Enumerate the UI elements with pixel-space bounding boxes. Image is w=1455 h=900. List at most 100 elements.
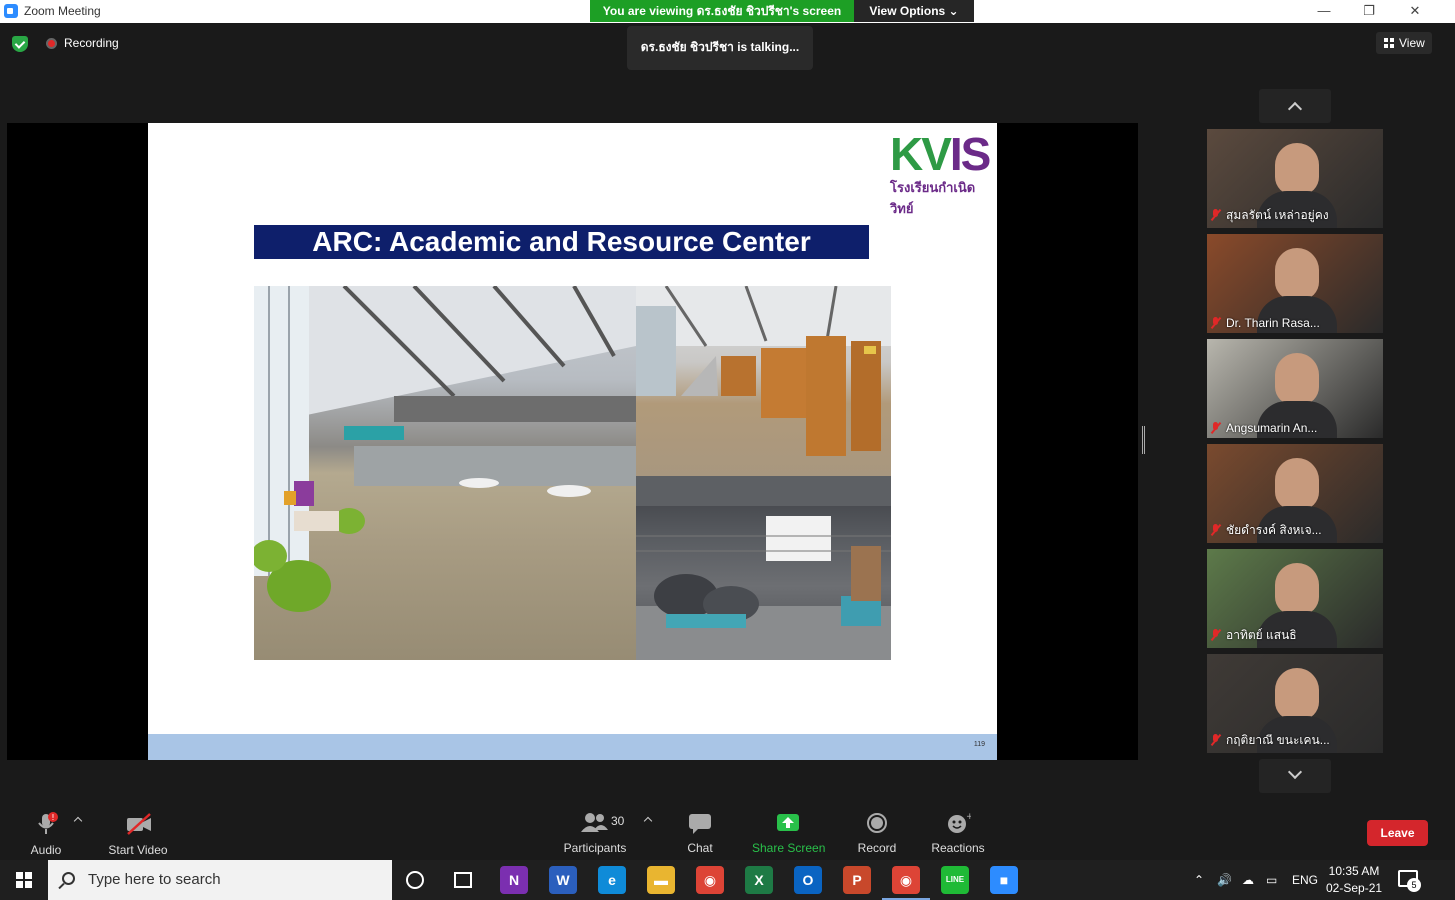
gallery-scroll-down-button[interactable]	[1259, 759, 1331, 793]
muted-mic-icon	[1211, 209, 1220, 220]
kvis-logo: KVIS	[890, 128, 991, 180]
participant-name: สุมลรัตน์ เหล่าอยู่คง	[1211, 206, 1329, 225]
slide-footer-bar: 119	[148, 734, 997, 760]
outlook-icon[interactable]: O	[794, 866, 822, 894]
recording-label: Recording	[64, 36, 119, 50]
share-screen-icon	[775, 812, 801, 834]
clock-time: 10:35 AM	[1328, 864, 1380, 878]
search-placeholder: Type here to search	[88, 871, 221, 888]
view-button[interactable]: View	[1376, 32, 1432, 54]
minimize-button[interactable]: —	[1301, 0, 1347, 23]
gallery-scroll-up-button[interactable]	[1259, 89, 1331, 123]
slide-page-number: 119	[973, 741, 985, 748]
search-icon	[62, 872, 75, 885]
chrome-active-icon[interactable]: ◉	[882, 866, 930, 900]
word-icon[interactable]: W	[549, 866, 577, 894]
windows-start-icon[interactable]	[0, 860, 48, 900]
library-hall-photo	[254, 286, 636, 660]
security-shield-icon[interactable]	[12, 36, 28, 52]
notification-count-badge: 5	[1407, 878, 1421, 892]
share-screen-label: Share Screen	[752, 841, 826, 855]
reactions-smiley-icon: +	[945, 812, 974, 834]
svg-text:+: +	[966, 812, 971, 822]
participant-name: Angsumarin An...	[1211, 421, 1317, 435]
tray-chevron-up-icon[interactable]: ⌃	[1194, 860, 1204, 900]
task-view-icon[interactable]	[454, 872, 472, 888]
bookshelves-photo	[636, 286, 891, 476]
participants-options-caret-icon[interactable]	[643, 816, 653, 826]
view-label: View	[1399, 36, 1425, 50]
zoom-icon[interactable]: ■	[990, 866, 1018, 894]
close-button[interactable]: ✕	[1392, 0, 1438, 23]
excel-icon[interactable]: X	[745, 866, 773, 894]
audio-label: Audio	[30, 843, 62, 857]
kvis-logo-subtitle: โรงเรียนกำเนิดวิทย์	[890, 180, 976, 216]
panel-resize-handle[interactable]	[1142, 426, 1145, 454]
participant-name: อาทิตย์ แสนธิ	[1211, 626, 1297, 645]
system-clock[interactable]: 10:35 AM 02-Sep-21	[1326, 863, 1382, 897]
participant-video-tile[interactable]: Dr. Tharin Rasa...	[1207, 234, 1383, 333]
viewing-banner: You are viewing ดร.ธงชัย ชิวปรีชา's scre…	[590, 0, 854, 22]
participant-avatar	[1275, 248, 1319, 300]
record-button[interactable]: Record	[857, 812, 897, 855]
zoom-app-icon	[4, 4, 18, 18]
taskbar-search-box[interactable]: Type here to search	[48, 860, 392, 900]
start-video-label: Start Video	[108, 843, 168, 857]
grid-icon	[1384, 38, 1394, 48]
microphone-icon: !	[33, 812, 59, 834]
participants-count: 30	[611, 814, 625, 828]
participant-video-tile[interactable]: ชัยดำรงค์ สิงหเจ...	[1207, 444, 1383, 543]
powerpoint-icon[interactable]: P	[843, 866, 871, 894]
volume-icon[interactable]: 🔊	[1217, 860, 1232, 900]
leave-button[interactable]: Leave	[1367, 820, 1428, 846]
svg-text:!: !	[51, 813, 54, 822]
muted-mic-icon	[1211, 422, 1220, 433]
start-video-button[interactable]: Start Video	[107, 812, 169, 857]
participant-video-tile[interactable]: กฤติยาณี ขนะเคน...	[1207, 654, 1383, 753]
restore-button[interactable]: ❐	[1346, 0, 1392, 23]
chevron-down-icon	[1287, 764, 1303, 780]
edge-icon[interactable]: e	[598, 866, 626, 894]
language-indicator[interactable]: ENG	[1292, 860, 1318, 900]
reactions-label: Reactions	[931, 841, 985, 855]
network-icon[interactable]: ▭	[1266, 860, 1277, 900]
audio-button[interactable]: ! Audio	[28, 812, 64, 857]
share-screen-button[interactable]: Share Screen	[752, 812, 826, 855]
audio-options-caret-icon[interactable]	[73, 816, 83, 826]
muted-mic-icon	[1211, 524, 1220, 535]
talking-indicator: ดร.ธงชัย ชิวปรีชา is talking...	[627, 26, 813, 70]
clock-date: 02-Sep-21	[1326, 881, 1383, 895]
participant-avatar	[1275, 458, 1319, 510]
chevron-up-icon	[1287, 101, 1303, 117]
cortana-icon[interactable]	[406, 871, 424, 889]
recording-dot-icon	[46, 38, 57, 49]
file-explorer-icon[interactable]: ▬	[647, 866, 675, 894]
participant-avatar	[1275, 668, 1319, 720]
reactions-button[interactable]: + Reactions	[930, 812, 986, 855]
participant-video-tile[interactable]: อาทิตย์ แสนธิ	[1207, 549, 1383, 648]
meeting-toolbar: ! Audio Start Video 30 Participants Chat…	[0, 800, 1455, 860]
participant-name: Dr. Tharin Rasa...	[1211, 316, 1320, 330]
media-room-photo	[636, 476, 891, 660]
video-off-icon	[125, 812, 151, 835]
onedrive-icon[interactable]: ☁	[1242, 860, 1254, 900]
chat-label: Chat	[687, 841, 713, 855]
chrome-icon[interactable]: ◉	[696, 866, 724, 894]
participant-video-tile[interactable]: สุมลรัตน์ เหล่าอยู่คง	[1207, 129, 1383, 228]
muted-mic-icon	[1211, 317, 1220, 328]
participant-avatar	[1275, 563, 1319, 615]
view-options-button[interactable]: View Options ⌄	[854, 0, 974, 22]
chat-button[interactable]: Chat	[684, 812, 716, 855]
participant-name: กฤติยาณี ขนะเคน...	[1211, 731, 1330, 750]
participant-video-tile[interactable]: Angsumarin An...	[1207, 339, 1383, 438]
participants-button[interactable]: 30 Participants	[563, 812, 627, 855]
record-label: Record	[857, 841, 897, 855]
line-icon[interactable]: LINE	[941, 866, 969, 894]
window-title: Zoom Meeting	[24, 4, 101, 18]
muted-mic-icon	[1211, 629, 1220, 640]
onenote-icon[interactable]: N	[500, 866, 528, 894]
participant-avatar	[1275, 143, 1319, 195]
record-icon	[864, 812, 890, 834]
shared-screen[interactable]: KVIS โรงเรียนกำเนิดวิทย์ ARC: Academic a…	[7, 123, 1138, 760]
chat-icon	[687, 812, 713, 834]
